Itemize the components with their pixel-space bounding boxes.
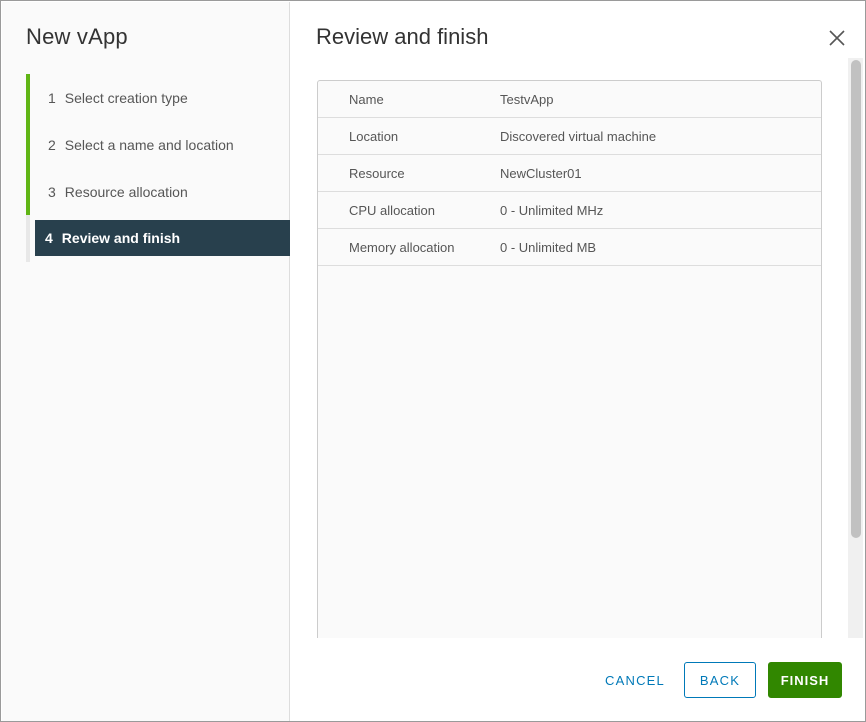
table-row: Location Discovered virtual machine [318, 118, 821, 155]
row-value: 0 - Unlimited MHz [500, 202, 604, 218]
table-row: Memory allocation 0 - Unlimited MB [318, 229, 821, 266]
step-number: 2 [48, 136, 56, 153]
row-value: 0 - Unlimited MB [500, 239, 597, 255]
scrollbar-thumb[interactable] [851, 60, 861, 538]
step-number: 1 [48, 89, 56, 106]
step-number: 3 [48, 183, 56, 200]
table-row: Name TestvApp [318, 81, 821, 118]
active-step-highlight: 4 Review and finish [35, 220, 290, 256]
step-resource-allocation[interactable]: 3 Resource allocation [26, 168, 290, 215]
dialog-footer: CANCEL BACK FINISH [291, 638, 865, 721]
vertical-scrollbar[interactable] [848, 58, 863, 638]
step-review-and-finish[interactable]: 4 Review and finish [26, 215, 290, 262]
step-number: 4 [45, 230, 53, 246]
step-select-creation-type[interactable]: 1 Select creation type [26, 74, 290, 121]
step-label: Resource allocation [64, 183, 188, 200]
table-row: CPU allocation 0 - Unlimited MHz [318, 192, 821, 229]
review-summary-table: Name TestvApp Location Discovered virtua… [317, 80, 822, 640]
step-label: Review and finish [61, 230, 181, 246]
dialog-title: New vApp [26, 24, 128, 49]
wizard-steps: 1 Select creation type 2 Select a name a… [26, 74, 290, 262]
table-row: Resource NewCluster01 [318, 155, 821, 192]
row-value: NewCluster01 [500, 165, 582, 181]
row-key: Location [349, 128, 399, 144]
step-select-name-and-location[interactable]: 2 Select a name and location [26, 121, 290, 168]
wizard-content: Review and finish Name TestvApp Location… [291, 2, 865, 721]
row-key: Memory allocation [349, 239, 455, 255]
row-key: Resource [349, 165, 405, 181]
new-vapp-dialog: New vApp 1 Select creation type 2 Select… [0, 0, 866, 722]
wizard-nav: New vApp 1 Select creation type 2 Select… [2, 2, 290, 721]
close-icon[interactable] [828, 29, 846, 47]
row-key: CPU allocation [349, 202, 435, 218]
row-key: Name [349, 91, 384, 107]
row-value: Discovered virtual machine [500, 128, 657, 144]
finish-button[interactable]: FINISH [768, 662, 842, 698]
row-value: TestvApp [500, 91, 554, 107]
step-label: Select a name and location [64, 136, 234, 153]
step-label: Select creation type [64, 89, 188, 106]
cancel-button[interactable]: CANCEL [597, 662, 673, 698]
back-button[interactable]: BACK [684, 662, 756, 698]
page-title: Review and finish [316, 24, 489, 49]
